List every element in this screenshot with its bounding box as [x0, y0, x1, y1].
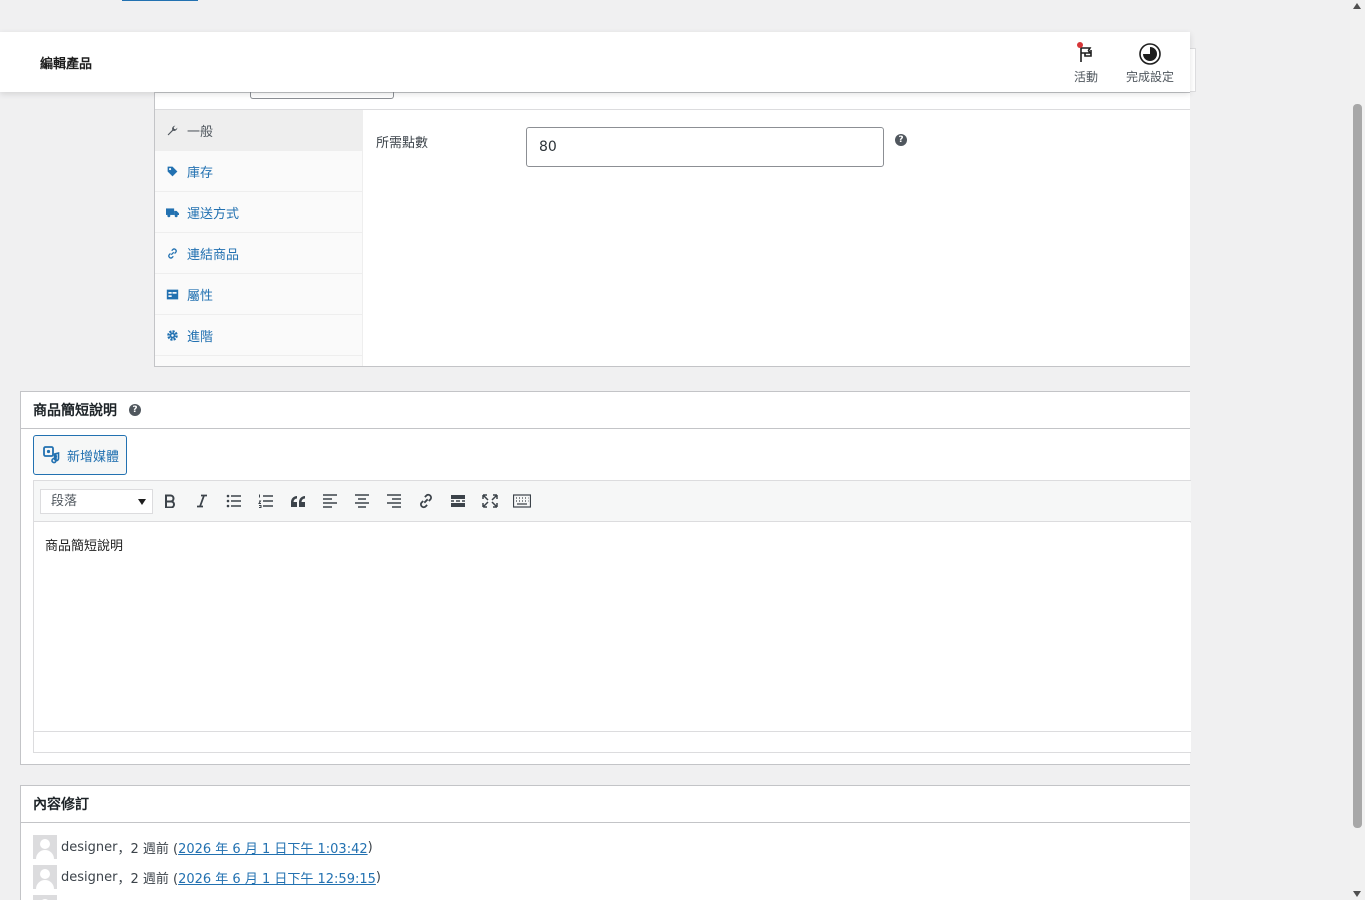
align-left-icon — [323, 494, 337, 508]
avatar — [33, 865, 57, 889]
help-icon[interactable]: ? — [129, 404, 141, 416]
keyboard-icon — [513, 494, 531, 508]
fullscreen-icon — [482, 494, 498, 508]
short-description-header: 商品簡短說明 ? — [21, 392, 1190, 429]
revision-author: designer — [61, 839, 118, 855]
tab-general[interactable]: 一般 — [155, 110, 362, 151]
page-header: 編輯產品 活動 完成設定 — [0, 32, 1190, 92]
flag-icon — [1074, 42, 1098, 66]
media-icon — [43, 446, 61, 464]
fullscreen-button[interactable] — [480, 491, 500, 511]
revisions-title: 內容修訂 — [33, 797, 89, 813]
bold-icon — [165, 494, 175, 508]
bold-button[interactable] — [160, 491, 180, 511]
avatar — [33, 895, 57, 900]
editor-content-area[interactable]: 商品簡短說明 — [34, 523, 1191, 731]
scroll-down-arrow-icon[interactable] — [1353, 891, 1361, 897]
bullet-list-button[interactable] — [224, 491, 244, 511]
activity-button[interactable]: 活動 — [1074, 42, 1098, 85]
tab-label: 進階 — [187, 329, 214, 345]
revisions-box: 內容修訂 designer ，2 週前 ( 2026 年 6 月 1 日下午 1… — [20, 785, 1190, 900]
tab-label: 屬性 — [187, 288, 214, 304]
link-icon — [166, 247, 179, 260]
points-required-input[interactable] — [526, 127, 884, 167]
tab-label: 運送方式 — [187, 206, 240, 222]
revisions-header: 內容修訂 — [21, 786, 1190, 823]
editor-toolbar: 段落 — [34, 481, 1191, 522]
finish-setup-button[interactable]: 完成設定 — [1126, 42, 1174, 85]
tab-shipping[interactable]: 運送方式 — [155, 192, 362, 233]
tab-attributes[interactable]: 屬性 — [155, 274, 362, 315]
tab-label: 連結商品 — [187, 247, 240, 263]
blockquote-button[interactable] — [288, 491, 308, 511]
align-center-icon — [355, 494, 369, 508]
revision-ago: ，2 週前 ( — [117, 871, 179, 887]
right-gutter — [1190, 92, 1350, 900]
align-right-button[interactable] — [384, 491, 404, 511]
top-link-fragment[interactable] — [122, 0, 198, 1]
product-type-select[interactable] — [250, 92, 394, 99]
read-more-button[interactable] — [448, 491, 468, 511]
revision-row: designer ，2 週前 ( 2026 年 6 月 1 日下午 1:03:4… — [33, 835, 373, 859]
revision-link[interactable]: 2026 年 6 月 1 日下午 1:03:42 — [178, 838, 368, 857]
scrollbar-thumb[interactable] — [1353, 104, 1362, 828]
toolbar-toggle-button[interactable] — [512, 491, 532, 511]
link-icon — [420, 493, 432, 509]
tab-advanced[interactable]: 進階 — [155, 315, 362, 356]
short-description-title: 商品簡短說明 — [33, 403, 117, 419]
revision-row-partial — [33, 895, 61, 900]
add-media-button[interactable]: 新增媒體 — [33, 435, 127, 475]
revision-row: designer ，2 週前 ( 2026 年 6 月 1 日下午 12:59:… — [33, 865, 381, 889]
panel-edge — [1190, 48, 1196, 92]
product-type-bar — [155, 92, 1190, 110]
points-required-label: 所需點數 — [376, 136, 429, 151]
revision-close: ) — [375, 869, 381, 885]
tag-icon — [166, 165, 179, 178]
progress-circle-icon — [1138, 42, 1162, 66]
list-table-icon — [166, 288, 179, 301]
gear-icon — [166, 329, 179, 342]
tab-linked-products[interactable]: 連結商品 — [155, 233, 362, 274]
numbered-list-button[interactable] — [256, 491, 276, 511]
add-media-label: 新增媒體 — [67, 449, 120, 465]
truck-icon — [166, 206, 179, 219]
insert-link-button[interactable] — [416, 491, 436, 511]
numbered-list-icon — [258, 494, 273, 508]
read-more-icon — [451, 495, 465, 507]
align-right-icon — [387, 494, 401, 508]
finish-setup-label: 完成設定 — [1126, 70, 1175, 84]
revision-ago: ，2 週前 ( — [117, 841, 179, 857]
notification-dot — [1077, 42, 1083, 48]
align-left-button[interactable] — [320, 491, 340, 511]
italic-icon — [197, 494, 207, 508]
short-description-editor: 段落 商品簡短說明 — [33, 480, 1191, 753]
align-center-button[interactable] — [352, 491, 372, 511]
general-tab-panel: 所需點數 ? — [364, 110, 1190, 366]
chevron-down-icon — [138, 499, 146, 505]
format-select[interactable]: 段落 — [40, 489, 153, 514]
page-title: 編輯產品 — [40, 57, 93, 72]
bullet-list-icon — [226, 494, 241, 508]
product-data-tabs: 一般 庫存 運送方式 連結商品 屬性 進階 — [155, 110, 363, 366]
help-icon[interactable]: ? — [895, 134, 907, 146]
scroll-up-arrow-icon[interactable] — [1353, 3, 1361, 9]
editor-statusbar — [34, 731, 1191, 752]
revision-author: designer — [61, 869, 118, 885]
product-data-panel: 一般 庫存 運送方式 連結商品 屬性 進階 所需點數 80 ? — [154, 92, 1190, 367]
tab-inventory[interactable]: 庫存 — [155, 151, 362, 192]
revision-close: ) — [367, 839, 373, 855]
short-description-box: 商品簡短說明 ? 新增媒體 段落 商品簡短說明 — [20, 391, 1191, 765]
wrench-icon — [166, 124, 179, 137]
avatar — [33, 835, 57, 859]
page-scrollbar[interactable] — [1350, 0, 1365, 900]
italic-button[interactable] — [192, 491, 212, 511]
blockquote-icon — [291, 496, 305, 507]
format-select-value: 段落 — [51, 494, 78, 509]
tab-label: 一般 — [187, 124, 214, 140]
activity-label: 活動 — [1074, 70, 1099, 84]
revision-link[interactable]: 2026 年 6 月 1 日下午 12:59:15 — [178, 868, 376, 887]
editor-text: 商品簡短說明 — [45, 539, 124, 554]
tab-label: 庫存 — [187, 165, 214, 181]
